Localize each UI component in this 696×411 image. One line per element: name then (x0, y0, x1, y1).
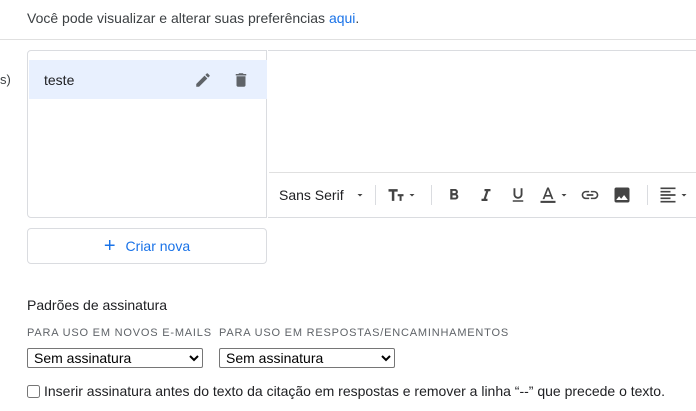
new-emails-select[interactable]: Sem assinatura (27, 348, 203, 368)
image-icon (614, 187, 630, 203)
preferences-link[interactable]: aqui (329, 10, 355, 26)
underline-icon (512, 188, 523, 202)
preferences-period: . (355, 10, 360, 26)
preferences-line: Você pode visualizar e alterar suas pref… (27, 10, 359, 26)
left-edge-text: s) (0, 72, 11, 87)
font-select[interactable]: Sans Serif (279, 187, 366, 203)
toolbar-divider (646, 185, 648, 205)
text-size-icon (388, 189, 404, 201)
align-left-icon (660, 187, 676, 203)
signature-name: teste (44, 71, 75, 88)
bold-button[interactable] (438, 179, 470, 211)
link-button[interactable] (574, 179, 606, 211)
create-signature-label: Criar nova (125, 238, 191, 254)
chevron-down-icon (357, 194, 363, 197)
preferences-text: Você pode visualizar e alterar suas pref… (27, 10, 329, 26)
toolbar-divider (430, 185, 432, 205)
image-button[interactable] (606, 179, 638, 211)
text-color-icon (540, 187, 556, 203)
align-button[interactable] (654, 179, 694, 211)
signature-item[interactable]: teste (29, 60, 267, 99)
replies-select[interactable]: Sem assinatura (219, 348, 395, 368)
chevron-down-icon (681, 194, 687, 197)
insert-before-quote-row[interactable]: Inserir assinatura antes do texto da cit… (27, 383, 665, 399)
underline-button[interactable] (502, 179, 534, 211)
new-emails-label: PARA USO EM NOVOS E-MAILS (27, 327, 212, 339)
pencil-icon[interactable] (191, 68, 215, 92)
font-name: Sans Serif (279, 187, 344, 203)
bold-icon (449, 189, 458, 200)
toolbar-divider (374, 185, 376, 205)
text-color-button[interactable] (534, 179, 574, 211)
plus-icon: + (103, 235, 116, 257)
top-divider (0, 39, 696, 40)
insert-before-quote-checkbox[interactable] (27, 384, 40, 398)
trash-icon[interactable] (229, 68, 253, 92)
text-size-button[interactable] (382, 179, 422, 211)
chevron-down-icon (409, 194, 415, 197)
create-signature-button[interactable]: + Criar nova (27, 228, 267, 264)
formatting-toolbar: Sans Serif (269, 172, 696, 217)
italic-button[interactable] (470, 179, 502, 211)
link-icon (581, 190, 598, 200)
signature-defaults-title: Padrões de assinatura (27, 297, 168, 313)
signature-list: teste (27, 50, 267, 218)
insert-before-quote-label: Inserir assinatura antes do texto da cit… (44, 383, 665, 399)
italic-icon (481, 189, 491, 201)
chevron-down-icon (561, 194, 567, 197)
replies-label: PARA USO EM RESPOSTAS/ENCAMINHAMENTOS (219, 327, 509, 339)
